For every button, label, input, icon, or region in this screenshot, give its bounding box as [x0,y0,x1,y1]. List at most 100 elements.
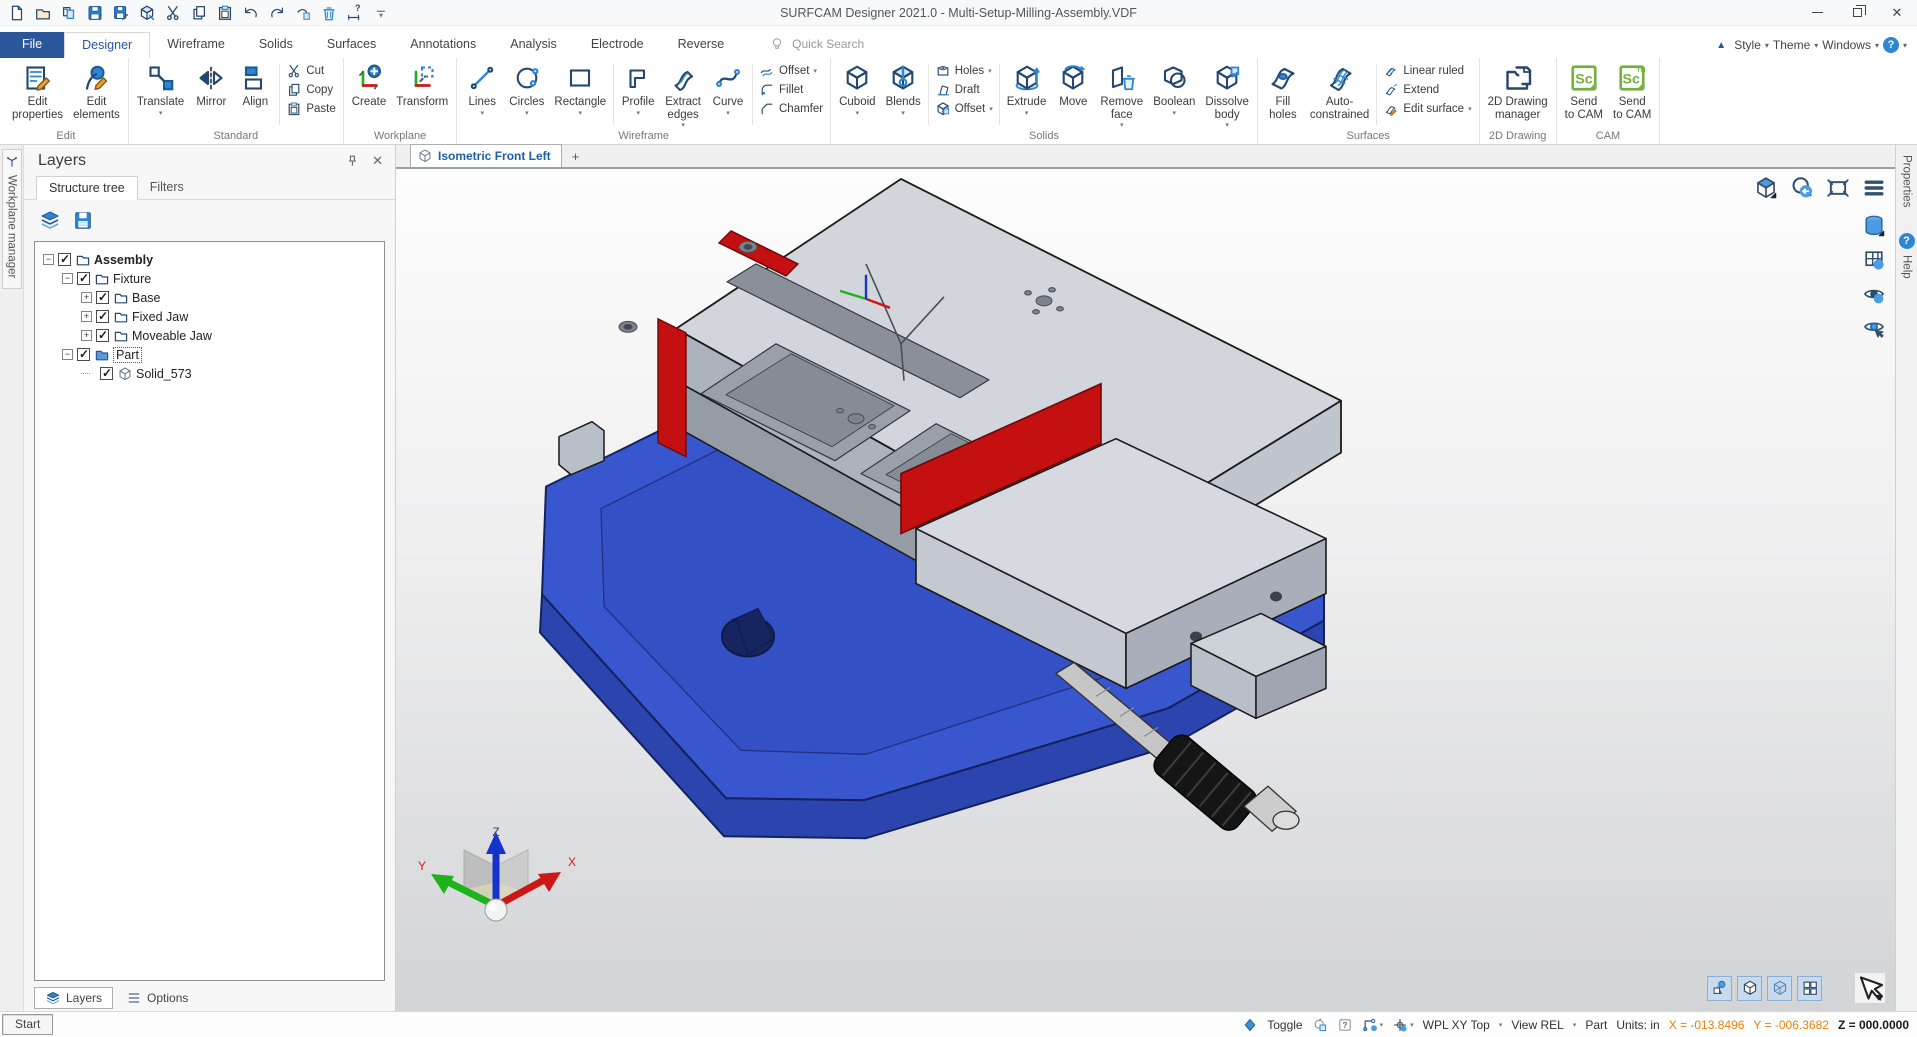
visibility-checkbox[interactable] [77,347,90,361]
select-visible-eye-icon[interactable] [1861,315,1887,341]
move-button[interactable]: Move [1051,60,1095,109]
undo-icon[interactable] [240,3,262,23]
edit-elements-button[interactable]: Edit elements [68,60,125,121]
pin-icon[interactable] [344,153,360,169]
footer-tab-layers[interactable]: Layers [34,987,114,1009]
draft-button[interactable]: Draft [935,82,993,98]
offset-button[interactable]: Offset ▾ [759,63,823,79]
auto-constrained-button[interactable]: Auto- constrained [1305,60,1374,121]
delete-icon[interactable] [318,3,340,23]
edit-properties-button[interactable]: Edit properties [7,60,68,121]
refresh-doc-icon[interactable] [1312,1017,1328,1033]
align-button[interactable]: Align [233,60,277,109]
mirror-button[interactable]: Mirror [189,60,233,109]
expand-icon[interactable]: + [81,311,92,322]
redo-icon[interactable] [266,3,288,23]
layers-icon[interactable] [38,209,62,233]
auto-cursor-icon[interactable]: ▾ [1392,1017,1414,1033]
help-box-icon[interactable]: ? [1337,1017,1353,1033]
tree-item-assembly[interactable]: − Assembly [39,250,380,269]
export-3d-icon[interactable] [136,3,158,23]
expand-icon[interactable]: + [81,330,92,341]
orbit-zoom-icon[interactable] [1789,175,1815,201]
translate-button[interactable]: Translate ▾ [132,60,190,117]
measure-icon[interactable]: ? [344,3,366,23]
boolean-button[interactable]: Boolean ▾ [1148,60,1200,117]
shading-cylinder-icon[interactable] [1861,213,1887,239]
copy-button[interactable]: Copy [286,82,335,98]
visibility-checkbox[interactable] [77,271,90,285]
menu-tab-annotations[interactable]: Annotations [393,32,493,58]
circles-button[interactable]: Circles ▾ [504,60,549,117]
profile-button[interactable]: Profile ▾ [616,60,660,117]
panel-tab-structure-tree[interactable]: Structure tree [36,176,138,200]
toolbar-more-icon[interactable]: ▾ [370,3,392,23]
linear-ruled-button[interactable]: Linear ruled [1383,63,1471,79]
footer-tab-options[interactable]: Options [115,987,199,1009]
copy-icon[interactable] [188,3,210,23]
collapse-ribbon-icon[interactable]: ▲ [1716,40,1726,51]
transform-button[interactable]: Transform [391,60,453,109]
cut-button[interactable]: Cut [286,63,335,79]
restore-button[interactable] [1837,0,1877,25]
filter-windows-button[interactable] [1797,975,1822,1001]
save-as-icon[interactable] [110,3,132,23]
visibility-eye-icon[interactable] [1861,281,1887,307]
paste-button[interactable]: Paste [286,101,336,117]
holes-button[interactable]: Holes ▾ [935,63,993,79]
visibility-checkbox[interactable] [58,252,71,266]
part-label[interactable]: Part [1585,1018,1607,1032]
fill-holes-button[interactable]: Fill holes [1261,60,1305,121]
help-icon[interactable]: ? [1882,37,1899,53]
menu-tab-file[interactable]: File [0,32,65,58]
toggle-label[interactable]: Toggle [1267,1018,1302,1032]
dissolve-body-button[interactable]: Dissolve body ▾ [1200,60,1253,129]
extend-button[interactable]: Extend [1383,82,1471,98]
menu-tab-solids[interactable]: Solids [242,32,310,58]
filter-solid-button[interactable] [1737,975,1762,1001]
rectangle-button[interactable]: Rectangle ▾ [549,60,611,117]
save-layers-icon[interactable] [72,210,94,232]
visibility-checkbox[interactable] [100,366,113,380]
viewport-tab[interactable]: Isometric Front Left [410,144,562,167]
menu-tab-electrode[interactable]: Electrode [574,32,661,58]
extract-edges-button[interactable]: Extract edges ▾ [660,60,706,129]
send-to-cam-button[interactable]: Sc TM Send to CAM [1608,60,1656,121]
view-cube-icon[interactable] [1753,175,1779,201]
fillet-button[interactable]: Fillet [759,82,823,98]
menu-right-style[interactable]: Style [1734,38,1761,52]
workplane-grid-icon[interactable] [1861,247,1887,273]
2d-drawing-manager-button[interactable]: 2D Drawing manager [1483,60,1553,121]
cut-icon[interactable] [162,3,184,23]
filter-shapes-button[interactable] [1707,975,1732,1001]
start-button[interactable]: Start [2,1014,54,1035]
menu-right-windows[interactable]: Windows [1822,38,1871,52]
collapse-icon[interactable]: − [62,273,73,284]
visibility-checkbox[interactable] [96,290,109,304]
menu-tab-analysis[interactable]: Analysis [493,32,574,58]
offset-button[interactable]: Offset ▾ [935,101,993,117]
collapse-icon[interactable]: − [43,254,54,265]
view-menu-icon[interactable] [1861,175,1887,201]
snap-settings-icon[interactable]: ▾ [1362,1017,1383,1033]
tree-item-solid-573[interactable]: Solid_573 [39,364,380,383]
close-button[interactable]: ✕ [1877,0,1917,25]
curve-button[interactable]: Curve ▾ [706,60,750,117]
visibility-checkbox[interactable] [96,328,109,342]
cuboid-button[interactable]: Cuboid ▾ [834,60,880,117]
open-icon[interactable] [32,3,54,23]
menu-tab-designer[interactable]: Designer [64,32,151,58]
undo-doc-icon[interactable] [292,3,314,23]
collapse-icon[interactable]: − [62,349,73,360]
zoom-fit-icon[interactable] [1825,175,1851,201]
blends-button[interactable]: Blends ▾ [881,60,926,117]
help-tab[interactable]: ? Help [1898,233,1915,279]
help-caret-icon[interactable]: ▾ [1903,41,1907,50]
create-button[interactable]: Create [347,60,392,109]
select-arrow-icon[interactable] [1855,973,1885,1003]
tree-item-fixed-jaw[interactable]: + Fixed Jaw [39,307,380,326]
viewport-canvas[interactable]: Z Y X [396,169,1895,1011]
menu-tab-reverse[interactable]: Reverse [661,32,742,58]
remove-face-button[interactable]: Remove face ▾ [1095,60,1148,129]
panel-tab-filters[interactable]: Filters [138,176,196,199]
